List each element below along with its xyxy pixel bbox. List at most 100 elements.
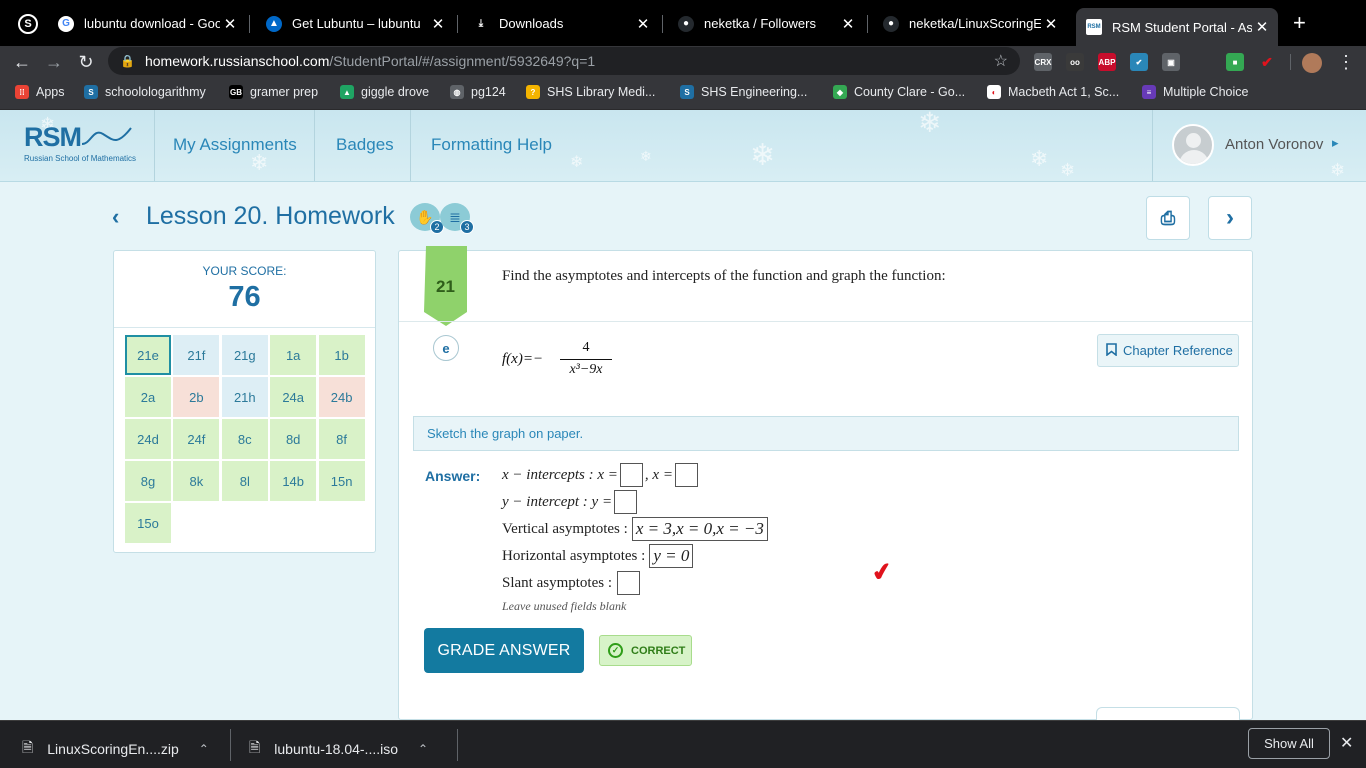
browser-tab[interactable]: ● neketka/LinuxScoringEng✕	[873, 7, 1067, 40]
problem-cell[interactable]: 8f	[318, 419, 365, 459]
address-bar[interactable]: 🔒 homework.russianschool.com/StudentPort…	[108, 47, 1020, 75]
nav-my-assignments[interactable]: My Assignments	[173, 135, 297, 155]
problem-cell[interactable]: 24d	[125, 419, 171, 459]
problem-cell[interactable]: 2a	[125, 377, 171, 417]
problem-cell[interactable]: 21h	[221, 377, 268, 417]
problem-cell[interactable]: 21e	[125, 335, 171, 375]
download-item[interactable]: 🗎 LinuxScoringEn....zip ⌃	[22, 737, 209, 761]
problem-cell[interactable]: 1b	[318, 335, 365, 375]
problem-cell[interactable]: 1a	[270, 335, 317, 375]
problem-cell[interactable]: 8g	[125, 461, 171, 501]
bookmark-item[interactable]: ◐ Macbeth Act 1, Sc...	[987, 85, 1119, 99]
adblock-icon[interactable]: ABP	[1098, 53, 1116, 71]
slant-asymptotes-row: Slant asymptotes :	[502, 571, 642, 595]
caret-up-icon[interactable]: ⌃	[199, 742, 209, 756]
tab-divider	[867, 15, 868, 33]
close-downloads-icon[interactable]: ✕	[1340, 733, 1353, 753]
browser-tab[interactable]: ● neketka / Followers ✕	[668, 7, 864, 40]
vertical-asymptotes-row: Vertical asymptotes : x = 3,x = 0,x = −3	[502, 517, 768, 541]
back-chevron-icon[interactable]: ‹	[112, 204, 119, 230]
browser-tab[interactable]: RSM RSM Student Portal - Ass ✕	[1076, 8, 1278, 46]
problem-cell[interactable]: 8c	[221, 419, 268, 459]
download-item[interactable]: 🗎 lubuntu-18.04-....iso ⌃	[249, 737, 428, 761]
browser-tab[interactable]: ▲ Get Lubuntu – lubuntu ✕	[256, 7, 454, 40]
part-label: e	[433, 335, 459, 361]
problem-cell[interactable]: 24a	[270, 377, 317, 417]
x-intercept-input-2[interactable]	[674, 463, 698, 487]
downloads-bar: 🗎 LinuxScoringEn....zip ⌃ 🗎 lubuntu-18.0…	[0, 720, 1366, 768]
bookmark-item[interactable]: GB gramer prep	[229, 85, 318, 99]
bookmark-star-icon[interactable]: ☆	[994, 51, 1008, 71]
color-picker-icon[interactable]: ■	[1226, 53, 1244, 71]
problem-cell[interactable]: 21f	[173, 335, 220, 375]
problem-cell[interactable]: 15o	[125, 503, 171, 543]
next-problem-button[interactable]: ›	[1208, 196, 1252, 240]
user-menu-caret-icon[interactable]: ▸	[1332, 135, 1339, 151]
problem-cell[interactable]: 8k	[173, 461, 220, 501]
browser-menu-icon[interactable]: ⋮	[1334, 50, 1358, 74]
snowflake-decoration-icon: ❄	[1030, 146, 1049, 171]
formula-lhs: f(x)=−	[502, 351, 544, 367]
bookmark-item[interactable]: ⁞⁞ Apps	[15, 85, 65, 99]
hands-badge-icon[interactable]: ✋ 2	[410, 203, 444, 234]
briefcase-icon[interactable]: ▣	[1162, 53, 1180, 71]
schoology-extension-icon[interactable]: S	[18, 14, 38, 34]
problem-cell[interactable]: 8l	[221, 461, 268, 501]
user-name[interactable]: Anton Voronov	[1225, 136, 1323, 153]
horizontal-asymptotes-input[interactable]: y = 0	[649, 544, 694, 568]
print-button[interactable]: ⎙	[1146, 196, 1190, 240]
forward-button[interactable]: →	[42, 50, 66, 74]
profile-avatar[interactable]	[1302, 53, 1322, 73]
x-intercept-input-1[interactable]	[619, 463, 643, 487]
status-text: CORRECT	[631, 644, 686, 657]
url-host: homework.russianschool.com	[144, 53, 330, 69]
formula-numerator: 4	[582, 340, 590, 355]
checkmark-red-icon[interactable]: ✔	[1258, 53, 1276, 71]
close-tab-icon[interactable]: ✕	[1041, 15, 1061, 33]
owl-icon[interactable]: oo	[1066, 53, 1084, 71]
nav-formatting-help[interactable]: Formatting Help	[431, 135, 552, 155]
browser-tab[interactable]: ⤓ Downloads ✕	[463, 7, 659, 40]
rsm-logo[interactable]: RSM Russian School of Mathematics	[24, 122, 136, 163]
problem-cell[interactable]: 24b	[318, 377, 365, 417]
new-tab-button[interactable]: +	[1293, 12, 1306, 34]
tick-extension-icon[interactable]: ✔	[1130, 53, 1148, 71]
close-tab-icon[interactable]: ✕	[838, 15, 858, 33]
grade-answer-button[interactable]: GRADE ANSWER	[424, 628, 584, 673]
close-tab-icon[interactable]: ✕	[1252, 18, 1272, 36]
y-intercept-input[interactable]	[614, 490, 638, 514]
bookmark-item[interactable]: Sschoolologarithmy	[84, 85, 206, 99]
bookmark-item[interactable]: S SHS Engineering...	[680, 85, 807, 99]
user-avatar[interactable]	[1172, 124, 1214, 166]
close-tab-icon[interactable]: ✕	[633, 15, 653, 33]
slant-asymptotes-label: Slant asymptotes :	[502, 574, 612, 591]
nav-badges[interactable]: Badges	[336, 135, 394, 155]
bookmark-item[interactable]: ? SHS Library Medi...	[526, 85, 655, 99]
bookmark-item[interactable]: ◍ pg124	[450, 85, 506, 99]
problem-cell[interactable]: 21g	[221, 335, 268, 375]
back-button[interactable]: ←	[10, 50, 34, 74]
problem-cell[interactable]: 2b	[173, 377, 220, 417]
caret-up-icon[interactable]: ⌃	[418, 742, 428, 756]
slant-asymptotes-input[interactable]	[617, 571, 640, 595]
bookmark-item[interactable]: ▲ giggle drove	[340, 85, 429, 99]
horizontal-asymptotes-row: Horizontal asymptotes : y = 0	[502, 544, 694, 568]
problem-cell[interactable]: 15n	[318, 461, 365, 501]
vertical-asymptotes-input[interactable]: x = 3,x = 0,x = −3	[631, 517, 768, 541]
close-tab-icon[interactable]: ✕	[220, 15, 240, 33]
problem-cell[interactable]: 8d	[270, 419, 317, 459]
y-intercept-label: y − intercept : y =	[502, 493, 613, 510]
browser-tab[interactable]: Glubuntu download - Goog ✕	[48, 7, 246, 40]
close-tab-icon[interactable]: ✕	[428, 15, 448, 33]
bookmark-item[interactable]: ≡ Multiple Choice	[1142, 85, 1248, 99]
next-card-edge	[1096, 707, 1240, 721]
bookmark-item[interactable]: ◆ County Clare - Go...	[833, 85, 965, 99]
books-badge-icon[interactable]: ≣ 3	[440, 203, 474, 234]
problem-cell[interactable]: 14b	[270, 461, 317, 501]
crx-icon[interactable]: CRX	[1034, 53, 1052, 71]
reload-button[interactable]: ↻	[74, 50, 98, 74]
problem-cell[interactable]: 24f	[173, 419, 220, 459]
bookmark-label: County Clare - Go...	[854, 85, 966, 99]
show-all-button[interactable]: Show All	[1248, 728, 1330, 759]
chapter-reference-button[interactable]: Chapter Reference	[1097, 334, 1239, 367]
